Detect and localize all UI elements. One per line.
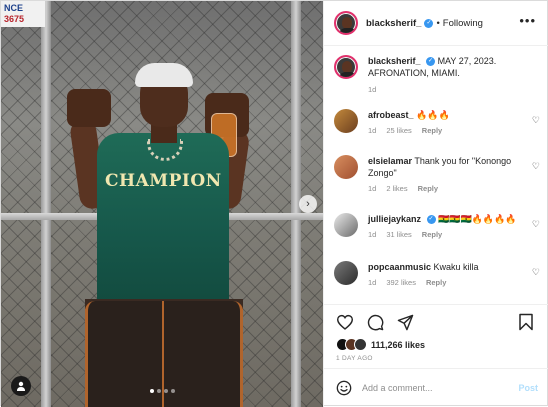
- carousel-dot: [171, 389, 175, 393]
- comment-likes[interactable]: 25 likes: [386, 126, 411, 135]
- heart-icon[interactable]: [336, 313, 354, 331]
- more-options-icon[interactable]: •••: [519, 13, 536, 28]
- comment-item: julliejaykanz ✓ 🇬🇭🇬🇭🇬🇭🔥🔥🔥🔥 1d 31 likes R…: [334, 213, 544, 239]
- post-photo[interactable]: NCE 3675 CHAMPION ›: [1, 1, 323, 407]
- carousel-dot: [164, 389, 168, 393]
- comments-list[interactable]: blacksherif_ ✓ MAY 27, 2023. AFRONATION,…: [324, 47, 548, 304]
- sign-text-1: NCE: [4, 3, 24, 13]
- reply-button[interactable]: Reply: [418, 184, 438, 193]
- comment-text: 🔥🔥🔥: [416, 110, 450, 120]
- post-header: blacksherif_ ✓ • Following •••: [324, 1, 548, 46]
- likes-summary[interactable]: 111,266 likes: [336, 338, 425, 351]
- comment-item: popcaanmusic Kwaku killa 1d 392 likes Re…: [334, 261, 544, 287]
- post-caption: blacksherif_ ✓ MAY 27, 2023. AFRONATION,…: [334, 55, 544, 96]
- comment-input[interactable]: [362, 383, 512, 393]
- comment-text: 🇬🇭🇬🇭🇬🇭🔥🔥🔥🔥: [438, 214, 517, 224]
- comment-like-heart-icon[interactable]: ♡: [532, 267, 540, 278]
- comment-likes[interactable]: 392 likes: [386, 278, 416, 287]
- next-photo-button[interactable]: ›: [299, 195, 317, 213]
- comment-like-heart-icon[interactable]: ♡: [532, 115, 540, 126]
- user-icon: [17, 381, 25, 391]
- caption-username[interactable]: blacksherif_: [368, 56, 421, 66]
- verified-badge-icon: ✓: [424, 18, 434, 28]
- comment-text: Kwaku killa: [433, 262, 479, 272]
- post-comment-button[interactable]: Post: [518, 383, 538, 393]
- likes-count[interactable]: 111,266 likes: [371, 340, 425, 350]
- post-actions: 111,266 likes 1 DAY AGO: [324, 304, 548, 368]
- comment-time: 1d: [368, 278, 377, 287]
- reply-button[interactable]: Reply: [426, 278, 446, 287]
- carousel-dot-active: [150, 389, 154, 393]
- author-avatar[interactable]: [334, 11, 358, 35]
- comment-like-heart-icon[interactable]: ♡: [532, 161, 540, 172]
- comment-likes[interactable]: 2 likes: [386, 184, 407, 193]
- sign-text-2: 3675: [4, 14, 25, 24]
- add-comment-bar: Post: [324, 368, 548, 407]
- reply-button[interactable]: Reply: [422, 126, 442, 135]
- header-separator: •: [436, 17, 440, 29]
- comment-icon[interactable]: [366, 313, 384, 331]
- carousel-dot: [157, 389, 161, 393]
- jersey-text: CHAMPION: [105, 171, 222, 191]
- post-modal: NCE 3675 CHAMPION › blacksherif_ ✓ • Fol…: [0, 0, 548, 407]
- commenter-avatar[interactable]: [334, 155, 358, 179]
- comment-username[interactable]: elsielamar: [368, 156, 412, 166]
- left-hand: [67, 89, 111, 127]
- comment-time: 1d: [368, 126, 377, 135]
- cap: [135, 63, 193, 87]
- tagged-users-button[interactable]: [11, 376, 31, 396]
- comment-username[interactable]: afrobeast_: [368, 110, 414, 120]
- comment-like-heart-icon[interactable]: ♡: [532, 219, 540, 230]
- comment-username[interactable]: julliejaykanz: [368, 214, 421, 224]
- comment-likes[interactable]: 31 likes: [386, 230, 411, 239]
- caption-time: 1d: [368, 85, 377, 94]
- reply-button[interactable]: Reply: [422, 230, 442, 239]
- commenter-avatar[interactable]: [334, 261, 358, 285]
- comment-item: afrobeast_ 🔥🔥🔥 1d 25 likes Reply ♡: [334, 109, 544, 135]
- background-sign: NCE 3675: [1, 1, 45, 27]
- comment-time: 1d: [368, 184, 377, 193]
- carousel-dots: [150, 389, 175, 393]
- post-date: 1 DAY AGO: [336, 355, 373, 362]
- comment-item: elsielamar Thank you for "Konongo Zongo"…: [334, 155, 544, 193]
- bookmark-icon[interactable]: [518, 313, 536, 331]
- emoji-icon[interactable]: [336, 380, 352, 396]
- post-side-panel: blacksherif_ ✓ • Following ••• blacksher…: [323, 1, 548, 407]
- liker-avatar: [354, 338, 367, 351]
- commenter-avatar[interactable]: [334, 213, 358, 237]
- commenter-avatar[interactable]: [334, 109, 358, 133]
- verified-badge-icon: ✓: [426, 215, 436, 225]
- comment-username[interactable]: popcaanmusic: [368, 262, 431, 272]
- caption-avatar[interactable]: [334, 55, 358, 79]
- author-username[interactable]: blacksherif_: [366, 18, 421, 29]
- comment-time: 1d: [368, 230, 377, 239]
- fence-pole: [41, 1, 51, 407]
- share-icon[interactable]: [396, 313, 414, 331]
- chevron-right-icon: ›: [306, 197, 310, 210]
- verified-badge-icon: ✓: [426, 57, 436, 67]
- following-button[interactable]: Following: [443, 18, 483, 29]
